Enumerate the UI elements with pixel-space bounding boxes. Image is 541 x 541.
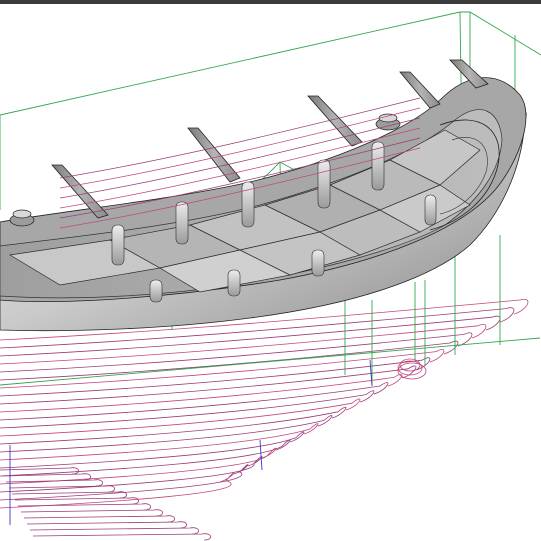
cam-scene <box>0 11 541 541</box>
toolpath-pass <box>11 491 127 499</box>
toolpath-pass <box>2 473 91 481</box>
toolpath-pass <box>17 503 151 511</box>
toolpath-pass <box>23 515 175 523</box>
toolpath-lower-contours <box>0 298 529 541</box>
toolpath-pass <box>32 533 211 541</box>
toolpath-pass <box>0 467 79 475</box>
toolpath-contour <box>0 382 389 421</box>
machined-part <box>0 59 527 332</box>
toolpath-pass <box>29 527 199 535</box>
toolpath-pass <box>20 509 163 517</box>
toolpath-pass <box>26 521 187 529</box>
cam-viewport[interactable] <box>0 0 541 541</box>
